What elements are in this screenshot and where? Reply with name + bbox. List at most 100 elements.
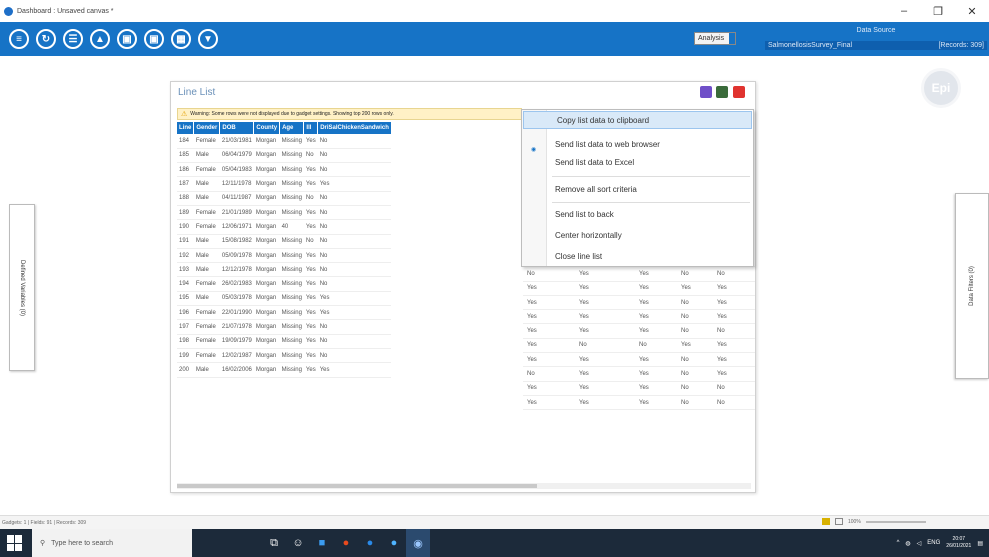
open-folder-icon[interactable]: ▲ [90,29,110,49]
gadget-title: Line List [178,87,216,98]
table-cell: Morgan [253,305,280,321]
chevron-up-icon[interactable]: ^ [897,540,900,546]
column-header[interactable]: DOB [219,122,255,134]
analysis-dropdown[interactable]: Analysis [694,32,736,45]
table-cell: 187 [177,176,194,192]
list-icon[interactable]: ☰ [63,29,83,49]
table-row[interactable]: 196 Female 22/01/1990 Morgan Missing Yes Yes [177,305,392,321]
table-header-row: Line Gender DOB County Age Ill DriSalChickenSa… [177,122,392,134]
collapse-icon[interactable] [716,86,728,98]
table-row[interactable]: 199 Female 12/02/1987 Morgan Missing Yes No [177,348,392,364]
layout-icon[interactable] [822,518,830,525]
center-horizontally-item[interactable]: Center horizontally [522,226,753,244]
close-button[interactable]: ✕ [955,0,989,22]
table-row[interactable]: 186 Female 05/04/1983 Morgan Missing Yes No [177,162,392,178]
scrollbar-thumb[interactable] [177,484,537,488]
people-icon[interactable]: ☺ [286,529,310,557]
table-row[interactable]: 200 Male 16/02/2006 Morgan Missing Yes Yes [177,362,392,378]
column-header[interactable]: County [253,122,281,134]
table-cell: Morgan [253,234,280,249]
table-cell: 190 [177,219,194,235]
zoom-level: 100% [848,518,861,525]
send-excel-item[interactable]: Send list data to Excel [522,153,753,171]
defined-variables-label: Defined Variables (0) [19,259,26,316]
minimize-button[interactable]: – [887,0,921,22]
save-as-icon[interactable]: ▣ [144,29,164,49]
zoom-slider[interactable] [865,520,926,523]
table-cell: Missing [279,276,304,292]
close-line-list-item[interactable]: Close line list [522,247,753,265]
data-source-name: SalmonellosisSurvey_Final [768,42,853,49]
remove-sort-item[interactable]: Remove all sort criteria [522,180,753,198]
file-explorer-icon[interactable]: ■ [310,529,334,557]
notifications-icon[interactable]: ▤ [977,540,983,547]
taskbar-search[interactable]: ⚲ Type here to search [32,529,192,557]
search-placeholder: Type here to search [51,539,114,547]
table-row[interactable]: 195 Male 05/03/1978 Morgan Missing Yes Yes [177,291,392,307]
table-cell: No [317,262,392,278]
image-icon[interactable]: ▦ [171,29,191,49]
epi-info-app-icon[interactable]: ◉ [406,529,430,557]
task-view-icon[interactable]: ⧉ [262,529,286,557]
table-row[interactable]: 190 Female 12/06/1971 Morgan 40 Yes No [177,219,392,235]
table-cell: Yes [527,356,537,363]
table-cell: 21/01/1989 [219,205,254,221]
context-menu: Copy list data to clipboard ◉ Send list … [521,109,754,267]
language-indicator[interactable]: ENG [927,540,940,546]
table-row[interactable]: 193 Male 12/12/1978 Morgan Missing Yes No [177,262,392,278]
data-source-panel[interactable]: Data Source SalmonellosisSurvey_Final [R… [763,24,989,56]
table-cell: 188 [177,191,194,206]
grid-icon[interactable] [835,518,843,525]
table-row[interactable]: 188 Male 04/11/1987 Morgan Missing No No [177,191,392,206]
table-cell: Yes [317,291,392,307]
copy-clipboard-item[interactable]: Copy list data to clipboard [523,111,752,129]
table-cell: Yes [527,285,537,292]
table-cell: 197 [177,319,194,335]
table-row[interactable]: 194 Female 26/02/1983 Morgan Missing Yes No [177,276,392,292]
table-cell: 05/03/1978 [219,291,254,307]
table-row[interactable]: 185 Male 06/04/1979 Morgan Missing No No [177,148,392,164]
network-icon[interactable]: ◍ [905,540,910,547]
table-cell: 191 [177,234,194,249]
table-cell: Morgan [253,334,280,349]
extra-row: Yes Yes Yes No No [523,382,755,396]
firefox-icon[interactable]: ● [334,529,358,557]
column-header[interactable]: Gender [193,122,221,134]
table-row[interactable]: 191 Male 15/08/1982 Morgan Missing No No [177,234,392,249]
save-icon[interactable]: ▣ [117,29,137,49]
horizontal-scrollbar[interactable] [177,483,751,489]
close-gadget-icon[interactable] [733,86,745,98]
chrome-icon[interactable]: ● [382,529,406,557]
volume-icon[interactable]: ◁ [917,540,922,547]
defined-variables-tab[interactable]: Defined Variables (0) [9,204,35,371]
menu-icon[interactable]: ≡ [9,29,29,49]
windows-start-icon[interactable] [6,534,24,552]
table-row[interactable]: 192 Male 05/09/1978 Morgan Missing Yes No [177,248,392,264]
column-header[interactable]: Ill [303,122,319,134]
table-row[interactable]: 184 Female 21/03/1981 Morgan Missing Yes No [177,134,392,149]
data-filters-tab[interactable]: Data Filters (0) [955,193,989,379]
table-cell: Morgan [253,348,280,364]
filter-icon[interactable]: ▼ [198,29,218,49]
table-row[interactable]: 198 Female 19/09/1979 Morgan Missing Yes No [177,334,392,349]
column-header[interactable]: Age [279,122,305,134]
column-header[interactable]: DriSalChickenSandwich [317,122,392,134]
table-cell: Yes [579,299,589,306]
properties-gear-icon[interactable] [700,86,712,98]
table-row[interactable]: 187 Male 12/11/1978 Morgan Missing Yes Yes [177,176,392,192]
clock[interactable]: 20:07 26/01/2021 [946,536,971,550]
table-row[interactable]: 197 Female 21/07/1978 Morgan Missing Yes No [177,319,392,335]
table-cell: 15/08/1982 [219,234,254,249]
table-cell: 06/04/1979 [219,148,254,164]
table-row[interactable]: 189 Female 21/01/1989 Morgan Missing Yes No [177,205,392,221]
refresh-icon[interactable]: ↻ [36,29,56,49]
send-to-back-item[interactable]: Send list to back [522,205,753,223]
maximize-button[interactable]: ❐ [921,0,955,22]
table-cell: 198 [177,334,194,349]
table-cell: Yes [303,348,318,364]
table-cell: Male [193,262,220,278]
table-cell: Yes [527,313,537,320]
column-header[interactable]: Line [177,122,195,134]
send-web-browser-item[interactable]: Send list data to web browser [522,135,753,153]
edge-icon[interactable]: ● [358,529,382,557]
